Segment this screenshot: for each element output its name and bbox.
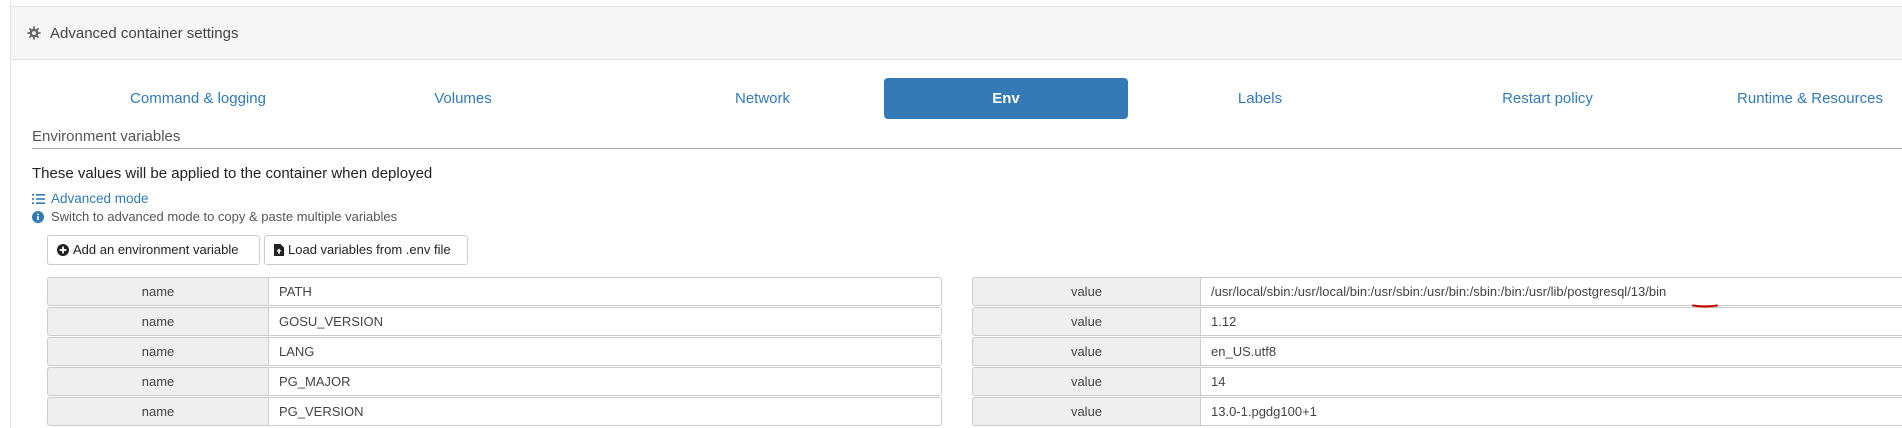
env-value-input[interactable]: /usr/local/sbin:/usr/local/bin:/usr/sbin… [1201,277,1902,306]
env-value-row: value 13.0-1.pgdg100+1 [972,397,1902,426]
env-name-row: name GOSU_VERSION [47,307,942,336]
env-value-input[interactable]: 1.12 [1201,307,1902,336]
env-name-input[interactable]: PG_MAJOR [269,367,942,396]
value-label: value [972,307,1201,336]
name-label: name [47,337,269,366]
settings-tabs: Command & logging Volumes Network Env La… [20,78,1902,119]
env-value-row: value en_US.utf8 [972,337,1902,366]
env-value-row: value /usr/local/sbin:/usr/local/bin:/us… [972,277,1902,306]
red-underline-annotation [1692,304,1718,308]
value-label: value [972,367,1201,396]
env-name-input[interactable]: LANG [269,337,942,366]
env-value-row: value 1.12 [972,307,1902,336]
plus-circle-icon [57,244,69,256]
list-icon [32,193,45,204]
panel-title: Advanced container settings [50,24,239,42]
value-label: value [972,337,1201,366]
env-value-input[interactable]: 14 [1201,367,1902,396]
file-upload-icon [274,244,284,256]
env-name-input[interactable]: GOSU_VERSION [269,307,942,336]
panel-header: Advanced container settings [11,6,1902,60]
name-label: name [47,277,269,306]
tab-restart-policy[interactable]: Restart policy [1410,78,1685,119]
tab-network[interactable]: Network [650,78,875,119]
tab-runtime-resources[interactable]: Runtime & Resources [1720,78,1900,119]
name-label: name [47,307,269,336]
gear-icon [27,26,41,40]
env-name-input[interactable]: PATH [269,277,942,306]
value-label: value [972,277,1201,306]
load-env-file-button[interactable]: Load variables from .env file [264,235,468,265]
section-title: Environment variables [32,128,181,145]
advanced-mode-link[interactable]: Advanced mode [32,191,149,206]
env-name-row: name PATH [47,277,942,306]
applied-note: These values will be applied to the cont… [32,165,433,182]
advanced-mode-help: Switch to advanced mode to copy & paste … [32,209,397,224]
advanced-mode-label: Advanced mode [51,191,149,206]
info-icon [32,210,44,223]
tab-command-logging[interactable]: Command & logging [60,78,336,119]
env-value-input[interactable]: en_US.utf8 [1201,337,1902,366]
tab-env[interactable]: Env [884,78,1128,119]
env-name-row: name LANG [47,337,942,366]
advanced-mode-help-text: Switch to advanced mode to copy & paste … [51,209,398,224]
env-value-row: value 14 [972,367,1902,396]
env-value-input[interactable]: 13.0-1.pgdg100+1 [1201,397,1902,426]
section-divider [32,148,1902,149]
tab-labels[interactable]: Labels [1160,78,1360,119]
add-env-variable-button[interactable]: Add an environment variable [47,235,260,265]
load-env-file-label: Load variables from .env file [288,242,451,257]
env-name-row: name PG_MAJOR [47,367,942,396]
name-label: name [47,367,269,396]
tab-volumes[interactable]: Volumes [373,78,553,119]
add-env-variable-label: Add an environment variable [73,242,239,257]
env-name-row: name PG_VERSION [47,397,942,426]
name-label: name [47,397,269,426]
env-name-input[interactable]: PG_VERSION [269,397,942,426]
value-label: value [972,397,1201,426]
